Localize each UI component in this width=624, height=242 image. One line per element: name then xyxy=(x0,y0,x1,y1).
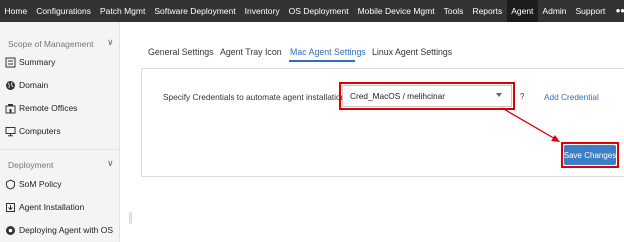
annotation-arrow-icon xyxy=(501,107,560,142)
